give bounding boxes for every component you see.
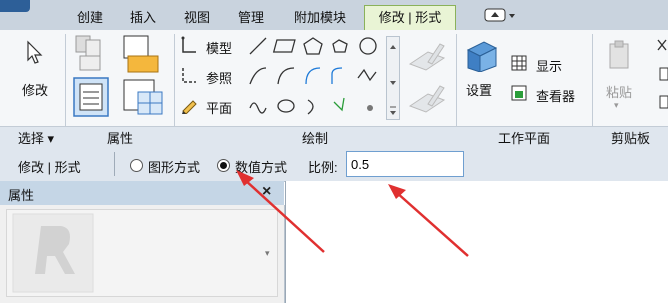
annotation-arrows <box>236 170 469 257</box>
annotation-arrow-to-scale-input <box>388 184 469 257</box>
annotation-arrow-to-numeric-mode <box>236 170 325 253</box>
